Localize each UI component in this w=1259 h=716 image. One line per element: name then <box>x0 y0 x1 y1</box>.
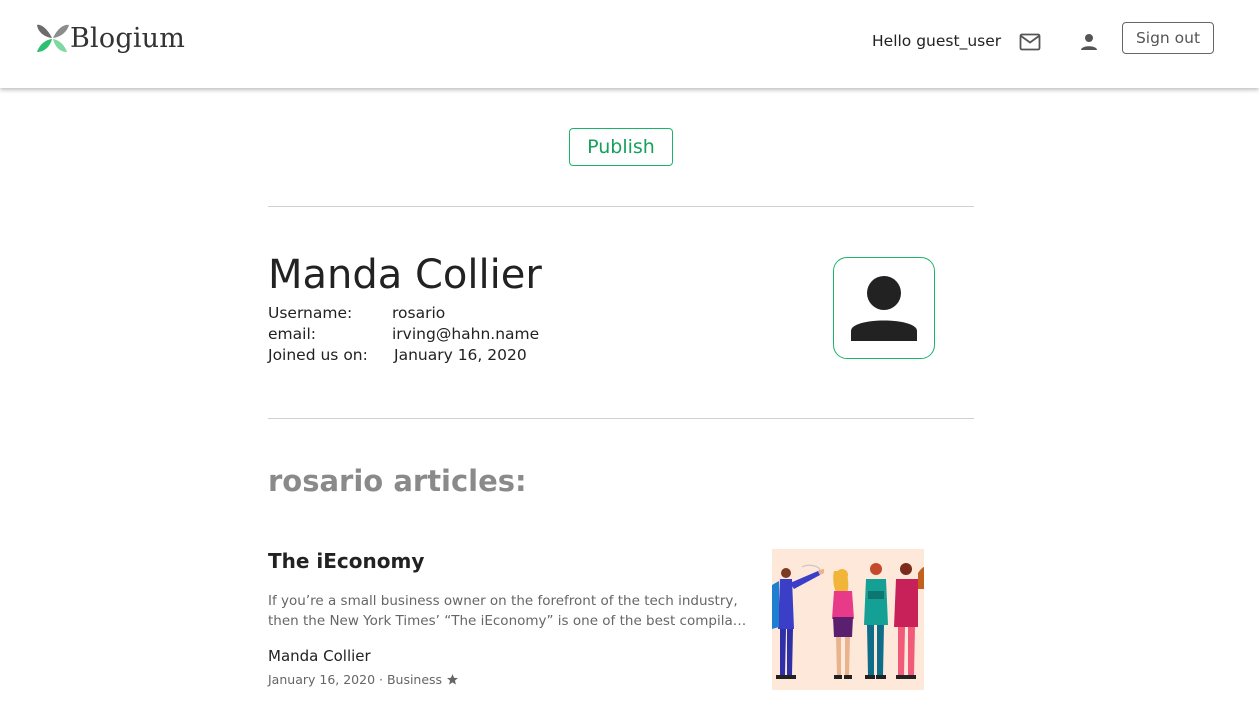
article-author[interactable]: Manda Collier <box>268 647 371 665</box>
article-excerpt-line: If you’re a small business owner on the … <box>268 593 738 609</box>
divider <box>268 418 974 419</box>
joined-label: Joined us on: <box>268 346 368 364</box>
username-value: rosario <box>392 304 446 322</box>
leaf-logo-icon <box>37 24 69 52</box>
brand-name: Blogium <box>70 22 186 54</box>
star-icon[interactable] <box>446 673 459 686</box>
article-thumbnail[interactable] <box>772 549 924 690</box>
joined-value: January 16, 2020 <box>394 346 527 364</box>
publish-button[interactable]: Publish <box>569 128 673 166</box>
article-title[interactable]: The iEconomy <box>268 549 424 573</box>
profile-button[interactable] <box>1076 30 1102 54</box>
mail-icon <box>1019 33 1041 51</box>
sign-out-button[interactable]: Sign out <box>1122 22 1214 54</box>
mail-button[interactable] <box>1017 30 1043 54</box>
person-icon <box>1081 34 1097 50</box>
brand-logo[interactable]: Blogium <box>36 22 185 54</box>
article-excerpt-line: then the New York Times’ “The iEconomy” … <box>268 613 750 629</box>
greeting-text: Hello guest_user <box>872 32 1002 50</box>
email-value: irving@hahn.name <box>392 325 540 343</box>
article-excerpt: If you’re a small business owner on the … <box>268 591 750 631</box>
articles-heading: rosario articles: <box>268 464 527 498</box>
top-navbar: Blogium Hello guest_user Sign out <box>0 0 1259 88</box>
username-label: Username: <box>268 304 353 322</box>
article-date-category: January 16, 2020 · Business <box>268 672 443 687</box>
profile-name: Manda Collier <box>268 252 542 298</box>
profile-avatar <box>833 257 935 359</box>
article-meta: January 16, 2020 · Business <box>268 672 459 687</box>
email-label: email: <box>268 325 316 343</box>
people-illustration <box>772 549 924 690</box>
person-icon <box>851 276 917 341</box>
divider <box>268 206 974 207</box>
